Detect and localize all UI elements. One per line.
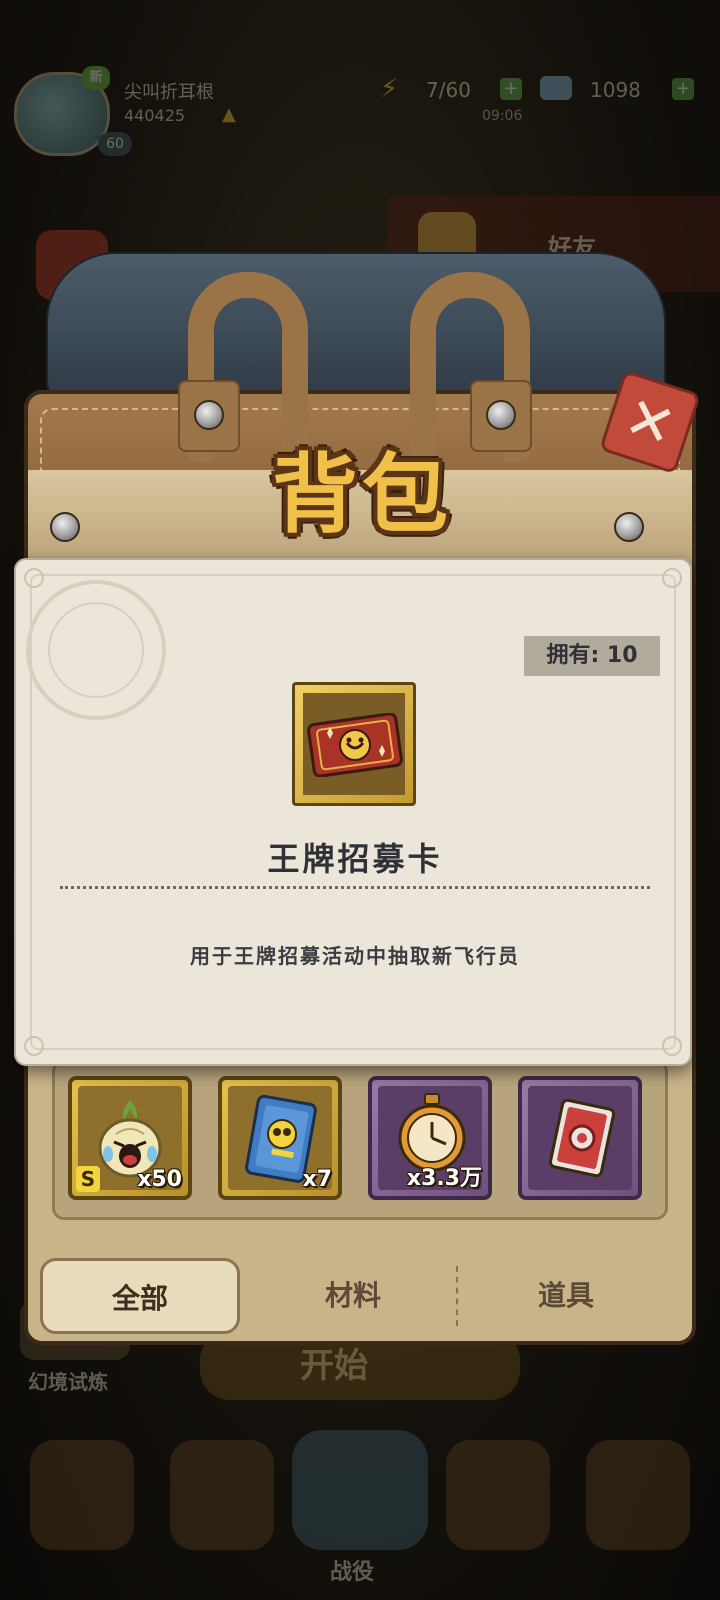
corner-ornament-icon — [24, 1036, 44, 1056]
backpack-title-plate: 背包 — [252, 432, 472, 558]
item-detail-popup[interactable]: 拥有: 10 王牌招募卡 用于王牌招募活动中抽取新飞行员 — [14, 558, 692, 1066]
item-quantity: x50 — [137, 1167, 182, 1192]
corner-ornament-icon — [662, 1036, 682, 1056]
screw-icon — [50, 512, 80, 542]
item-quantity: x3.3万 — [406, 1166, 482, 1191]
inventory-slot-skill-book[interactable]: x7 — [218, 1076, 342, 1200]
backpack-title: 背包 — [272, 445, 452, 545]
category-tabs: 全部 材料 道具 — [36, 1246, 684, 1342]
item-name: 王牌招募卡 — [267, 840, 443, 878]
screen: 新 60 尖叫折耳根 440425 ▲ ⚡ 7/60 + 1098 + 09:0… — [0, 0, 720, 1600]
owned-count: 拥有: 10 — [524, 636, 660, 676]
tab-materials[interactable]: 材料 — [258, 1258, 448, 1334]
corner-ornament-icon — [24, 568, 44, 588]
tab-all[interactable]: 全部 — [40, 1258, 240, 1334]
ace-recruit-ticket-icon — [307, 713, 403, 777]
inventory-slot-stopwatch[interactable]: x3.3万 — [368, 1076, 492, 1200]
screw-icon — [614, 512, 644, 542]
item-description: 用于王牌招募活动中抽取新飞行员 — [190, 944, 520, 968]
inventory-slot-red-gear-card[interactable] — [518, 1076, 642, 1200]
tab-divider — [456, 1266, 458, 1326]
bedroll-decoration — [46, 252, 666, 402]
academy-stamp-icon — [26, 580, 166, 720]
screw-icon — [194, 400, 224, 430]
screw-icon — [486, 400, 516, 430]
inventory-slot-crying-onion[interactable]: S x50 — [68, 1076, 192, 1200]
corner-ornament-icon — [662, 568, 682, 588]
tab-items[interactable]: 道具 — [466, 1258, 666, 1334]
dotted-divider — [60, 886, 650, 889]
stamp-inner-ring — [48, 602, 144, 698]
item-icon-frame — [292, 682, 416, 806]
item-quantity: x7 — [302, 1167, 333, 1192]
red-gear-card-icon — [548, 1098, 616, 1178]
grade-badge: S — [76, 1166, 100, 1192]
